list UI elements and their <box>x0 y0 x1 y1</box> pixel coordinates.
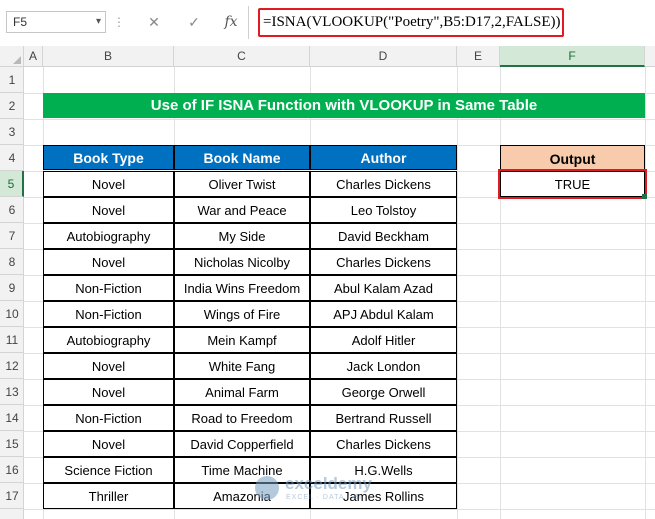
cell-book-name[interactable]: David Copperfield <box>174 431 310 457</box>
column-header-e[interactable]: E <box>457 46 500 67</box>
cancel-button[interactable]: ✕ <box>145 12 163 32</box>
row-header-6[interactable]: 6 <box>0 197 24 223</box>
row-header-10[interactable]: 10 <box>0 301 24 327</box>
watermark-name: exceldemy <box>285 474 372 493</box>
column-header-b[interactable]: B <box>43 46 174 67</box>
fill-handle[interactable] <box>642 194 647 199</box>
row-header-1[interactable]: 1 <box>0 67 24 93</box>
name-box-value: F5 <box>13 15 28 29</box>
row-header-9[interactable]: 9 <box>0 275 24 301</box>
cell-author[interactable]: Adolf Hitler <box>310 327 457 353</box>
cell-author[interactable]: George Orwell <box>310 379 457 405</box>
cell-author[interactable]: Charles Dickens <box>310 249 457 275</box>
cell-author[interactable]: David Beckham <box>310 223 457 249</box>
enter-button[interactable]: ✓ <box>185 12 203 32</box>
row-header-14[interactable]: 14 <box>0 405 24 431</box>
cell-book-type[interactable]: Novel <box>43 197 174 223</box>
column-header-row: A B C D E F <box>0 46 655 67</box>
cell-book-name[interactable]: My Side <box>174 223 310 249</box>
header-author[interactable]: Author <box>310 145 457 170</box>
formula-text[interactable]: =ISNA(VLOOKUP("Poetry",B5:D17,2,FALSE)) <box>263 10 561 34</box>
cell-author[interactable]: Leo Tolstoy <box>310 197 457 223</box>
row-header-column: 1 2 3 4 5 6 7 8 9 10 11 12 13 14 15 16 1… <box>0 67 24 519</box>
row-header-12[interactable]: 12 <box>0 353 24 379</box>
row-header-5[interactable]: 5 <box>0 171 24 197</box>
watermark: exceldemy EXCEL · DATA · BI <box>255 472 405 508</box>
column-header-d[interactable]: D <box>310 46 457 67</box>
sheet-title[interactable]: Use of IF ISNA Function with VLOOKUP in … <box>43 93 645 118</box>
cell-book-type[interactable]: Novel <box>43 353 174 379</box>
exceldemy-logo-icon <box>255 476 279 500</box>
header-book-type[interactable]: Book Type <box>43 145 174 170</box>
cell-book-name[interactable]: War and Peace <box>174 197 310 223</box>
cell-book-type[interactable]: Science Fiction <box>43 457 174 483</box>
active-cell-highlight <box>498 169 647 199</box>
select-all-corner[interactable] <box>0 46 24 67</box>
cell-author[interactable]: Charles Dickens <box>310 171 457 197</box>
cell-book-type[interactable]: Novel <box>43 249 174 275</box>
column-header-c[interactable]: C <box>174 46 310 67</box>
header-book-name[interactable]: Book Name <box>174 145 310 170</box>
row-header-16[interactable]: 16 <box>0 457 24 483</box>
row-header-2[interactable]: 2 <box>0 93 24 119</box>
chevron-down-icon[interactable]: ▾ <box>96 12 101 32</box>
row-header-3[interactable]: 3 <box>0 119 24 145</box>
row-header-11[interactable]: 11 <box>0 327 24 353</box>
cell-book-name[interactable]: Road to Freedom <box>174 405 310 431</box>
cell-author[interactable]: Jack London <box>310 353 457 379</box>
cell-book-type[interactable]: Non-Fiction <box>43 405 174 431</box>
row-header-8[interactable]: 8 <box>0 249 24 275</box>
cell-book-type[interactable]: Autobiography <box>43 327 174 353</box>
name-box[interactable]: F5 ▾ <box>6 11 106 33</box>
cell-book-type[interactable]: Autobiography <box>43 223 174 249</box>
watermark-tagline: EXCEL · DATA · BI <box>286 494 362 501</box>
cell-book-name[interactable]: Wings of Fire <box>174 301 310 327</box>
cell-author[interactable]: Abul Kalam Azad <box>310 275 457 301</box>
cell-book-name[interactable]: Mein Kampf <box>174 327 310 353</box>
row-header-7[interactable]: 7 <box>0 223 24 249</box>
cell-author[interactable]: APJ Abdul Kalam <box>310 301 457 327</box>
cell-book-name[interactable]: Nicholas Nicolby <box>174 249 310 275</box>
cell-author[interactable]: Bertrand Russell <box>310 405 457 431</box>
row-header-4[interactable]: 4 <box>0 145 24 171</box>
cell-book-name[interactable]: Animal Farm <box>174 379 310 405</box>
row-header-13[interactable]: 13 <box>0 379 24 405</box>
column-header-a[interactable]: A <box>24 46 43 67</box>
cell-book-name[interactable]: India Wins Freedom <box>174 275 310 301</box>
column-header-f[interactable]: F <box>500 46 645 67</box>
cell-book-type[interactable]: Thriller <box>43 483 174 509</box>
cell-book-type[interactable]: Novel <box>43 171 174 197</box>
row-header-17[interactable]: 17 <box>0 483 24 509</box>
drag-handle-icon[interactable]: ⋮ <box>113 14 125 30</box>
cell-book-type[interactable]: Non-Fiction <box>43 301 174 327</box>
cell-book-name[interactable]: White Fang <box>174 353 310 379</box>
output-header[interactable]: Output <box>500 145 645 171</box>
cell-author[interactable]: Charles Dickens <box>310 431 457 457</box>
cell-book-type[interactable]: Novel <box>43 431 174 457</box>
cell-book-type[interactable]: Non-Fiction <box>43 275 174 301</box>
cell-book-type[interactable]: Novel <box>43 379 174 405</box>
insert-function-button[interactable]: fx <box>220 11 242 33</box>
row-header-15[interactable]: 15 <box>0 431 24 457</box>
cell-book-name[interactable]: Oliver Twist <box>174 171 310 197</box>
